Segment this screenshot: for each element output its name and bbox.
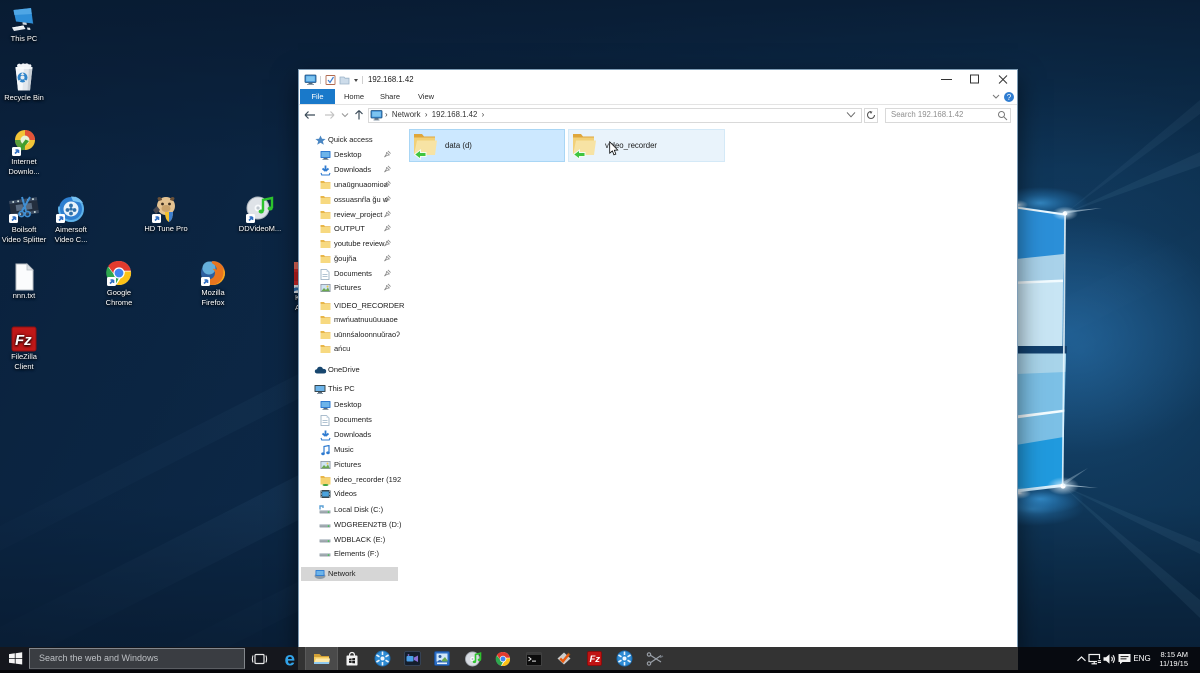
svg-text:?: ?: [1007, 93, 1012, 102]
svg-text:Fz: Fz: [15, 332, 32, 349]
svg-text:e: e: [285, 649, 296, 669]
svg-text:Fz: Fz: [589, 654, 600, 665]
